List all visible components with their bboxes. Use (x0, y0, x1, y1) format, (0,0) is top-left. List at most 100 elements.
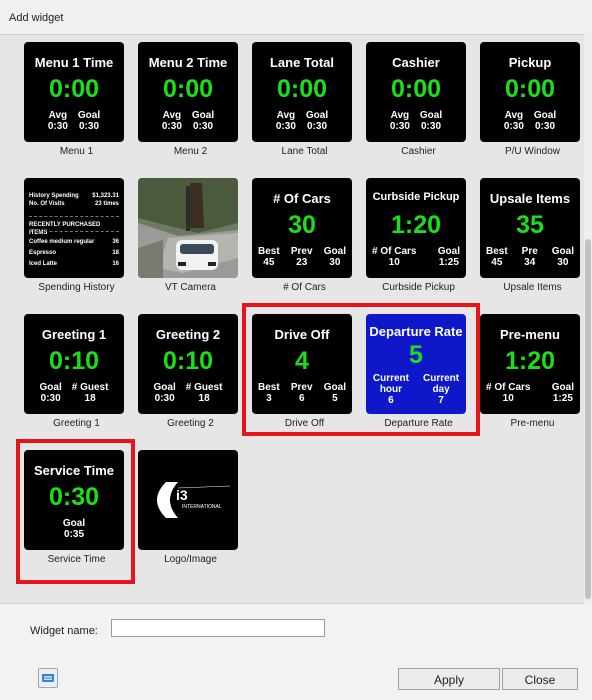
item-count: 18 (112, 250, 119, 256)
stat-label: Pre (521, 246, 538, 257)
stat-label: Avg (276, 110, 296, 121)
widget-preview: # Of Cars 30 Best 45 Prev 23 Goal 30 (252, 178, 352, 278)
dialog-title: Add widget (9, 12, 64, 24)
widget-title: Drive Off (274, 327, 330, 342)
widget-value: 0:10 (48, 347, 100, 375)
stat-value: 0:30 (503, 121, 524, 132)
widget-num-cars[interactable]: # Of Cars 30 Best 45 Prev 23 Goal 30 # Of C… (249, 171, 354, 293)
widget-value: 0:00 (504, 75, 556, 103)
widget-name-input[interactable] (111, 619, 325, 637)
stat-value: 5 (332, 393, 338, 404)
widget-spending-history[interactable]: History Spending $1,323.31 No. Of Visits… (21, 171, 126, 293)
item-name: Iced Latte (29, 261, 58, 267)
widget-stats: Current hour 6 Current day 7 (372, 373, 460, 406)
apply-button[interactable]: Apply (398, 668, 500, 690)
widget-value: 0:30 (48, 483, 100, 511)
stat-label: Avg (162, 110, 182, 121)
visits-value: 23 times (94, 201, 119, 207)
stat-label: Goal (419, 110, 443, 121)
widget-greeting2[interactable]: Greeting 2 0:10 Goal 0:30 # Guest 18 Greet… (135, 307, 240, 429)
widget-menu2[interactable]: Menu 2 Time 0:00 Avg 0:30 Goal 0:30 Menu 2 (135, 35, 240, 157)
stat-value: 10 (388, 257, 400, 268)
widget-drive-off[interactable]: Drive Off 4 Best 3 Prev 6 Goal 5 Drive Off (249, 307, 354, 429)
widget-caption: Departure Rate (384, 418, 453, 429)
stat-label: Goal (323, 382, 346, 393)
vertical-scrollbar[interactable] (584, 34, 592, 604)
widget-preview: Greeting 1 0:10 Goal 0:30 # Guest 18 (24, 314, 124, 414)
widget-value: 30 (288, 211, 316, 239)
widget-value: 0:00 (276, 75, 328, 103)
widget-stats: Best 3 Prev 6 Goal 5 (258, 382, 346, 404)
widget-caption: Pre-menu (510, 418, 555, 429)
widget-stats: # Of Cars 10 Goal 1:25 (486, 382, 574, 404)
widget-title: Departure Rate (369, 324, 463, 339)
widget-preview: Menu 1 Time 0:00 Avg 0:30 Goal 0:30 (24, 42, 124, 142)
widget-title: # Of Cars (273, 191, 331, 206)
widget-pre-menu[interactable]: Pre-menu 1:20 # Of Cars 10 Goal 1:25 Pre-m… (477, 307, 582, 429)
stat-label: Avg (390, 110, 410, 121)
widget-preview: Menu 2 Time 0:00 Avg 0:30 Goal 0:30 (138, 42, 238, 142)
widget-caption: Lane Total (281, 146, 328, 157)
widget-title: Upsale Items (489, 191, 571, 206)
widget-value: 1:20 (390, 211, 442, 239)
stat-label: Avg (48, 110, 68, 121)
i3-logo-icon (157, 482, 231, 518)
stat-label: Goal (153, 382, 176, 393)
stat-value: 0:30 (154, 393, 175, 404)
widget-service-time[interactable]: Service Time 0:30 Goal 0:35 Service Time (21, 443, 126, 565)
widget-menu1[interactable]: Menu 1 Time 0:00 Avg 0:30 Goal 0:30 Menu 1 (21, 35, 126, 157)
stat-label: Goal (191, 110, 215, 121)
close-button[interactable]: Close (502, 668, 578, 690)
divider (29, 216, 119, 217)
widget-preview: Upsale Items 35 Best 45 Pre 34 Goal 30 (480, 178, 580, 278)
stat-label: # Of Cars (372, 246, 417, 257)
widget-name-row: Widget name: (0, 604, 592, 652)
widget-curbside-pickup[interactable]: Curbside Pickup 1:20 # Of Cars 10 Goal 1:2… (363, 171, 468, 293)
stat-value: 1:25 (438, 257, 459, 268)
camera-image (138, 178, 238, 278)
widget-cashier[interactable]: Cashier 0:00 Avg 0:30 Goal 0:30 Cashier (363, 35, 468, 157)
widget-preview: Curbside Pickup 1:20 # Of Cars 10 Goal 1:2… (366, 178, 466, 278)
widget-title: Greeting 2 (155, 327, 221, 342)
widget-stats: Avg 0:30 Goal 0:30 (372, 110, 460, 132)
recent-items-header: RECENTLY PURCHASED ITEMS (29, 222, 101, 236)
widget-preview: Pickup 0:00 Avg 0:30 Goal 0:30 (480, 42, 580, 142)
stat-value: 0:30 (389, 121, 410, 132)
dialog-titlebar: Add widget (0, 0, 592, 34)
widget-caption: Menu 2 (173, 146, 208, 157)
stat-value: 10 (502, 393, 514, 404)
widget-caption: Greeting 2 (167, 418, 214, 429)
widget-vt-camera[interactable]: VT Camera (135, 171, 240, 293)
widget-preview: Departure Rate 5 Current hour 6 Current d… (366, 314, 466, 414)
stat-label: Avg (504, 110, 524, 121)
stat-value: 0:30 (47, 121, 68, 132)
stat-label: # Guest (71, 382, 109, 393)
widget-value: 5 (409, 341, 423, 369)
widget-value: 35 (516, 211, 544, 239)
stat-value: 6 (298, 393, 305, 404)
widget-caption: Service Time (47, 554, 106, 565)
stat-label: Best (258, 246, 280, 257)
stat-value: 0:30 (79, 121, 100, 132)
stat-label: Goal (533, 110, 557, 121)
scrollbar-thumb[interactable] (585, 239, 591, 599)
stat-value: 18 (198, 393, 210, 404)
dialog-footer: Apply Close (0, 652, 592, 700)
keyboard-button[interactable] (38, 668, 58, 688)
widget-departure-rate[interactable]: Departure Rate 5 Current hour 6 Current d… (363, 307, 468, 429)
stat-value: 0:35 (63, 529, 84, 540)
widget-upsale-items[interactable]: Upsale Items 35 Best 45 Pre 34 Goal 30 Upsa… (477, 171, 582, 293)
stat-value: 0:30 (275, 121, 296, 132)
item-count: 36 (112, 239, 119, 245)
widget-logo-image[interactable]: i3 INTERNATIONAL Logo/Image (135, 443, 240, 565)
widget-title: Menu 1 Time (34, 55, 114, 70)
spending-value: $1,323.31 (92, 193, 119, 199)
widget-pickup[interactable]: Pickup 0:00 Avg 0:30 Goal 0:30 P/U Window (477, 35, 582, 157)
widget-stats: # Of Cars 10 Goal 1:25 (372, 246, 460, 268)
widget-name-label: Widget name: (30, 625, 98, 637)
widget-lane-total[interactable]: Lane Total 0:00 Avg 0:30 Goal 0:30 Lane To… (249, 35, 354, 157)
widget-value: 0:00 (48, 75, 100, 103)
widget-greeting1[interactable]: Greeting 1 0:10 Goal 0:30 # Guest 18 Greet… (21, 307, 126, 429)
widget-preview: Lane Total 0:00 Avg 0:30 Goal 0:30 (252, 42, 352, 142)
widget-title: Curbside Pickup (372, 191, 460, 203)
